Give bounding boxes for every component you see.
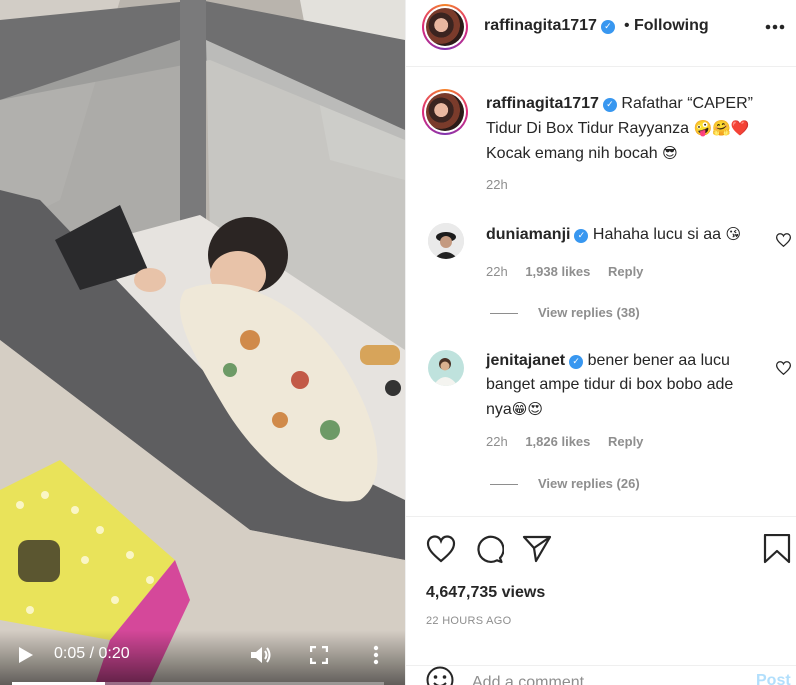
verified-badge-icon: ✓ [600, 20, 615, 34]
comment-input[interactable] [472, 671, 742, 685]
view-replies-label: View replies (26) [538, 476, 640, 491]
post-details-panel: raffinagita1717 ✓ • Following raffinagita… [405, 0, 796, 685]
verified-badge-icon: ✓ [574, 229, 589, 243]
post-header: raffinagita1717 ✓ • Following [406, 0, 796, 67]
comment-like-heart-icon[interactable] [776, 361, 791, 375]
caption-line-1: Rafathar “CAPER” [621, 95, 753, 112]
heart-icon[interactable] [426, 534, 456, 564]
post-timestamp: 22 HOURS AGO [426, 615, 512, 627]
comment-text-line-1: bener bener aa lucu [587, 352, 730, 369]
caption-avatar[interactable] [422, 89, 468, 135]
comment-body: duniamanji ✓ Hahaha lucu si aa 😘 [486, 222, 766, 247]
video-frame [0, 0, 405, 685]
commenter-avatar[interactable] [428, 223, 464, 259]
reply-button[interactable]: Reply [608, 434, 643, 449]
reply-button[interactable]: Reply [608, 264, 643, 279]
comment-text-line-2: banget ampe tidur di box bobo ade [486, 376, 734, 393]
paper-plane-icon[interactable] [522, 534, 552, 564]
caption-time: 22h [486, 177, 508, 192]
replies-divider [490, 313, 518, 315]
header-separator: • [624, 17, 630, 34]
views-count[interactable]: 4,647,735 views [426, 584, 545, 602]
more-options-icon[interactable] [765, 24, 785, 30]
comments-list[interactable]: raffinagita1717 ✓ Rafathar “CAPER” Tidur … [406, 67, 796, 516]
replies-divider [490, 484, 518, 486]
following-button[interactable]: Following [634, 17, 709, 35]
author-username-text: raffinagita1717 [484, 17, 597, 34]
post-actions: 4,647,735 views 22 HOURS AGO Post [406, 516, 796, 685]
view-replies-label: View replies (38) [538, 305, 640, 320]
comment-emojis: 😁😍 [511, 400, 544, 418]
caption-meta: 22h [486, 177, 522, 192]
current-time: 0:05 [54, 645, 86, 662]
comment-text: Hahaha lucu si aa [592, 226, 721, 243]
commenter-avatar[interactable] [428, 350, 464, 386]
more-options-icon[interactable] [372, 645, 380, 665]
post-caption: raffinagita1717 ✓ Rafathar “CAPER” Tidur … [486, 92, 776, 166]
video-player[interactable]: 0:05 / 0:20 [0, 0, 405, 685]
author-username[interactable]: raffinagita1717 ✓ [484, 17, 615, 35]
comment-likes[interactable]: 1,826 likes [525, 434, 590, 449]
view-replies-button[interactable]: View replies (38) [490, 305, 640, 320]
fullscreen-icon[interactable] [310, 646, 328, 664]
video-time: 0:05 / 0:20 [54, 645, 130, 663]
comment-time: 22h [486, 264, 508, 279]
bookmark-icon[interactable] [762, 534, 792, 564]
verified-badge-icon: ✓ [569, 355, 584, 369]
post-comment-button[interactable]: Post [756, 672, 791, 685]
comment-like-heart-icon[interactable] [776, 233, 791, 247]
caption-username[interactable]: raffinagita1717 ✓ [486, 95, 617, 112]
comment-username-text: duniamanji [486, 226, 571, 243]
comment-time: 22h [486, 434, 508, 449]
comment-username-text: jenitajanet [486, 352, 566, 369]
comment-meta: 22h 1,826 likes Reply [486, 434, 657, 449]
caption-username-text: raffinagita1717 [486, 95, 599, 112]
play-icon[interactable] [18, 646, 34, 664]
comment-bubble-icon[interactable] [474, 534, 504, 564]
comment-emoji: 😘 [725, 225, 742, 243]
author-avatar[interactable] [422, 4, 468, 50]
comment-text-line-3: nya [486, 401, 512, 418]
comment-likes[interactable]: 1,938 likes [525, 264, 590, 279]
time-separator: / [89, 645, 95, 662]
comment-username[interactable]: jenitajanet ✓ [486, 352, 584, 369]
caption-emojis: 🤪🤗❤️ [693, 119, 750, 137]
comment-username[interactable]: duniamanji ✓ [486, 226, 589, 243]
caption-line-2: Tidur Di Box Tidur Rayyanza [486, 120, 690, 137]
duration: 0:20 [98, 645, 130, 662]
smiley-icon[interactable] [426, 666, 454, 685]
caption-emoji: 😎 [662, 144, 678, 162]
comment-meta: 22h 1,938 likes Reply [486, 264, 657, 279]
volume-icon[interactable] [250, 645, 272, 665]
comment-body: jenitajanet ✓ bener bener aa lucu banget … [486, 349, 766, 422]
verified-badge-icon: ✓ [602, 98, 617, 112]
view-replies-button[interactable]: View replies (26) [490, 476, 640, 491]
caption-line-3: Kocak emang nih bocah [486, 145, 658, 162]
